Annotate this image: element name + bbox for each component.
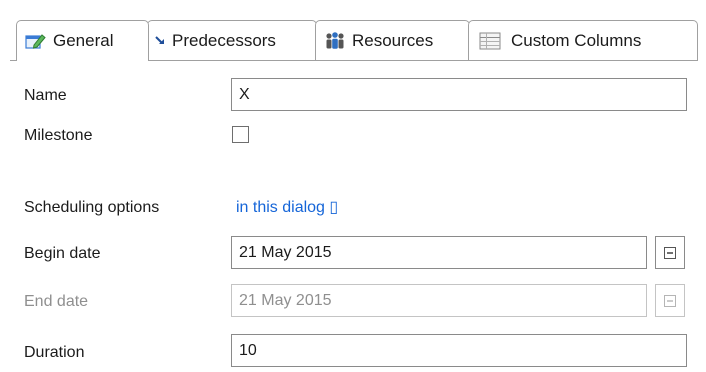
begin-date-value: 21 May 2015 bbox=[239, 243, 332, 261]
scheduling-options-link[interactable]: in this dialog ▯ bbox=[236, 198, 338, 218]
task-properties-dialog: General Predecessors Resources Custom Co… bbox=[0, 0, 706, 372]
milestone-checkbox[interactable] bbox=[232, 126, 249, 143]
name-label: Name bbox=[24, 87, 67, 104]
end-date-label: End date bbox=[24, 293, 89, 310]
end-date-field: 21 May 2015 bbox=[231, 284, 647, 317]
table-icon bbox=[479, 31, 501, 51]
edit-task-icon bbox=[25, 31, 47, 51]
scheduling-options-label: Scheduling options bbox=[24, 199, 160, 216]
tab-custom-columns-label: Custom Columns bbox=[511, 30, 642, 50]
tab-custom-columns[interactable]: Custom Columns bbox=[468, 20, 698, 60]
duration-label: Duration bbox=[24, 344, 85, 361]
predecessor-arrow-icon bbox=[154, 31, 168, 51]
people-icon bbox=[324, 31, 346, 51]
end-date-value: 21 May 2015 bbox=[239, 291, 332, 309]
name-field[interactable]: X bbox=[231, 78, 687, 111]
collapse-icon bbox=[664, 294, 676, 307]
tab-resources[interactable]: Resources bbox=[315, 20, 470, 60]
begin-date-label: Begin date bbox=[24, 245, 101, 262]
begin-date-field[interactable]: 21 May 2015 bbox=[231, 236, 647, 269]
end-date-picker-button bbox=[655, 284, 685, 317]
duration-value: 10 bbox=[239, 341, 257, 359]
duration-field[interactable]: 10 bbox=[231, 334, 687, 367]
milestone-label: Milestone bbox=[24, 127, 93, 144]
name-value: X bbox=[239, 85, 250, 103]
collapse-icon bbox=[664, 246, 676, 259]
tab-resources-label: Resources bbox=[352, 30, 434, 50]
tab-predecessors[interactable]: Predecessors bbox=[147, 20, 317, 60]
begin-date-picker-button[interactable] bbox=[655, 236, 685, 269]
tab-predecessors-label: Predecessors bbox=[172, 30, 276, 50]
tab-strip: General Predecessors Resources Custom Co… bbox=[0, 0, 706, 62]
tab-general-label: General bbox=[53, 31, 114, 50]
tab-general[interactable]: General bbox=[16, 20, 149, 61]
